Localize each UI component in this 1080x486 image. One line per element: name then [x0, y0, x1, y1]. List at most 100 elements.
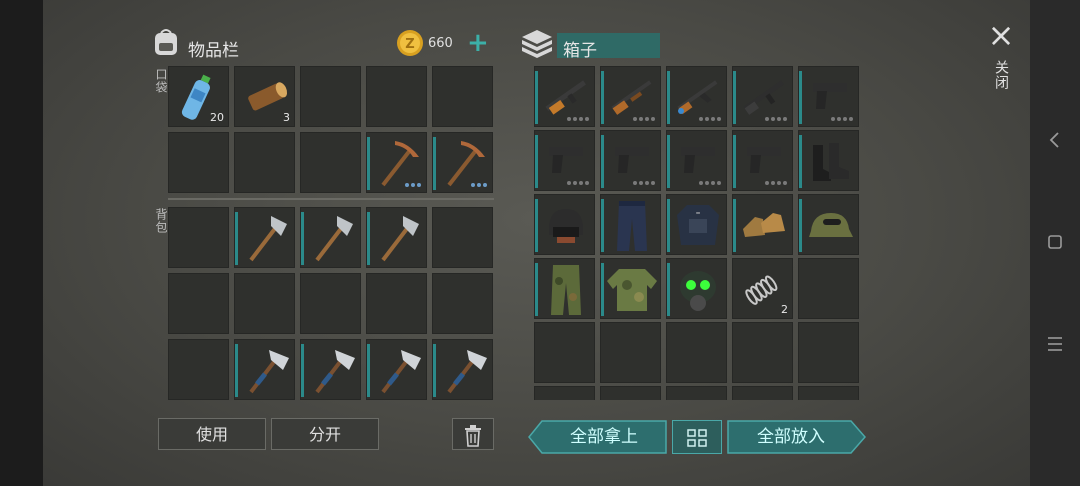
- take-all-label: 全部拿上: [570, 427, 638, 447]
- box-icon: [520, 28, 554, 60]
- box-slot[interactable]: [600, 194, 661, 255]
- durability-dots: [699, 117, 721, 121]
- pistol-icon: [677, 141, 719, 179]
- pistol-icon: [809, 77, 851, 115]
- stone-hatchet-icon: [307, 212, 357, 264]
- box-slot[interactable]: [666, 66, 727, 127]
- trash-button[interactable]: [452, 418, 494, 450]
- durability-dots: [567, 181, 589, 185]
- inventory-slot[interactable]: [366, 132, 427, 193]
- inventory-slot[interactable]: [432, 132, 493, 193]
- gas-mask-icon: [673, 265, 723, 315]
- box-slot[interactable]: ━: [666, 194, 727, 255]
- box-slot[interactable]: [600, 130, 661, 191]
- durability-dots: [699, 181, 721, 185]
- camo-jacket-icon: [605, 265, 659, 315]
- inventory-slot[interactable]: [168, 273, 229, 334]
- svg-text:Z: Z: [405, 37, 414, 52]
- inventory-slot[interactable]: [300, 339, 361, 400]
- combat-helmet-icon: [543, 203, 589, 249]
- box-slot[interactable]: [732, 194, 793, 255]
- assault-rifle-icon: [671, 73, 725, 119]
- stone-hatchet-icon: [241, 212, 291, 264]
- inventory-slot[interactable]: [234, 339, 295, 400]
- box-slot[interactable]: [534, 322, 595, 383]
- home-nav-button[interactable]: [1030, 232, 1080, 254]
- inventory-slot[interactable]: [432, 66, 493, 127]
- box-slot[interactable]: [798, 322, 859, 383]
- inventory-slot[interactable]: 20: [168, 66, 229, 127]
- durability-dots: [831, 117, 853, 121]
- pickaxe-icon: [373, 137, 423, 189]
- box-slot[interactable]: [732, 322, 793, 383]
- inventory-slot[interactable]: [432, 207, 493, 268]
- box-slot[interactable]: [732, 386, 793, 400]
- m4-rifle-icon: [737, 73, 791, 119]
- box-slot[interactable]: [732, 130, 793, 191]
- box-slot[interactable]: [666, 130, 727, 191]
- close-label: 关闭: [993, 60, 1009, 90]
- put-all-label: 全部放入: [757, 427, 825, 447]
- inventory-slot[interactable]: [300, 66, 361, 127]
- camo-cap-icon: [805, 207, 855, 247]
- inventory-slot[interactable]: [366, 66, 427, 127]
- inventory-slot[interactable]: [366, 273, 427, 334]
- split-button[interactable]: 分开: [271, 418, 379, 450]
- inventory-slot[interactable]: [234, 207, 295, 268]
- durability-dots: [765, 181, 787, 185]
- inventory-slot[interactable]: [300, 273, 361, 334]
- box-slot[interactable]: [666, 322, 727, 383]
- inventory-slot[interactable]: [300, 207, 361, 268]
- inventory-slot[interactable]: [234, 132, 295, 193]
- rifle-icon: [539, 73, 593, 119]
- box-title: 箱子: [563, 41, 597, 61]
- durability-dots: [765, 117, 787, 121]
- screen-edge: [0, 0, 43, 486]
- menu-nav-button[interactable]: [1030, 334, 1080, 354]
- back-nav-button[interactable]: [1030, 128, 1080, 152]
- durability-dots: [405, 183, 421, 187]
- box-slot[interactable]: [732, 66, 793, 127]
- box-slot[interactable]: [666, 258, 727, 319]
- box-slot[interactable]: [798, 130, 859, 191]
- stone-hatchet-icon: [373, 212, 423, 264]
- box-slot[interactable]: [534, 130, 595, 191]
- pistol-icon: [743, 141, 785, 179]
- box-slot[interactable]: [600, 66, 661, 127]
- inventory-slot[interactable]: [300, 132, 361, 193]
- box-slot[interactable]: [600, 386, 661, 400]
- inventory-slot[interactable]: [168, 207, 229, 268]
- boots-icon: [739, 207, 789, 247]
- box-slot[interactable]: [798, 386, 859, 400]
- sort-button[interactable]: [672, 420, 722, 454]
- inventory-slot[interactable]: [432, 273, 493, 334]
- box-slot[interactable]: [534, 258, 595, 319]
- inventory-slot[interactable]: [168, 339, 229, 400]
- durability-dots: [471, 183, 487, 187]
- iron-hatchet-icon: [307, 344, 357, 396]
- box-slot[interactable]: [666, 386, 727, 400]
- durability-dots: [567, 117, 589, 121]
- box-slot[interactable]: [798, 258, 859, 319]
- inventory-slot[interactable]: [234, 273, 295, 334]
- inventory-slot[interactable]: 3: [234, 66, 295, 127]
- box-slot[interactable]: 2: [732, 258, 793, 319]
- close-button[interactable]: × 关闭: [981, 18, 1021, 98]
- close-icon: ×: [987, 16, 1015, 54]
- box-slot[interactable]: [600, 322, 661, 383]
- inventory-slot[interactable]: [168, 132, 229, 193]
- use-button[interactable]: 使用: [158, 418, 266, 450]
- svg-text:━: ━: [695, 210, 700, 217]
- box-slot[interactable]: [798, 194, 859, 255]
- iron-hatchet-icon: [439, 344, 489, 396]
- box-slot[interactable]: [798, 66, 859, 127]
- box-slot[interactable]: [600, 258, 661, 319]
- box-slot[interactable]: [534, 386, 595, 400]
- inventory-slot[interactable]: [366, 339, 427, 400]
- add-coins-button[interactable]: +: [467, 28, 489, 58]
- box-slot[interactable]: [534, 194, 595, 255]
- box-slot[interactable]: [534, 66, 595, 127]
- inventory-slot[interactable]: [432, 339, 493, 400]
- home-square-icon: [1048, 235, 1062, 249]
- inventory-slot[interactable]: [366, 207, 427, 268]
